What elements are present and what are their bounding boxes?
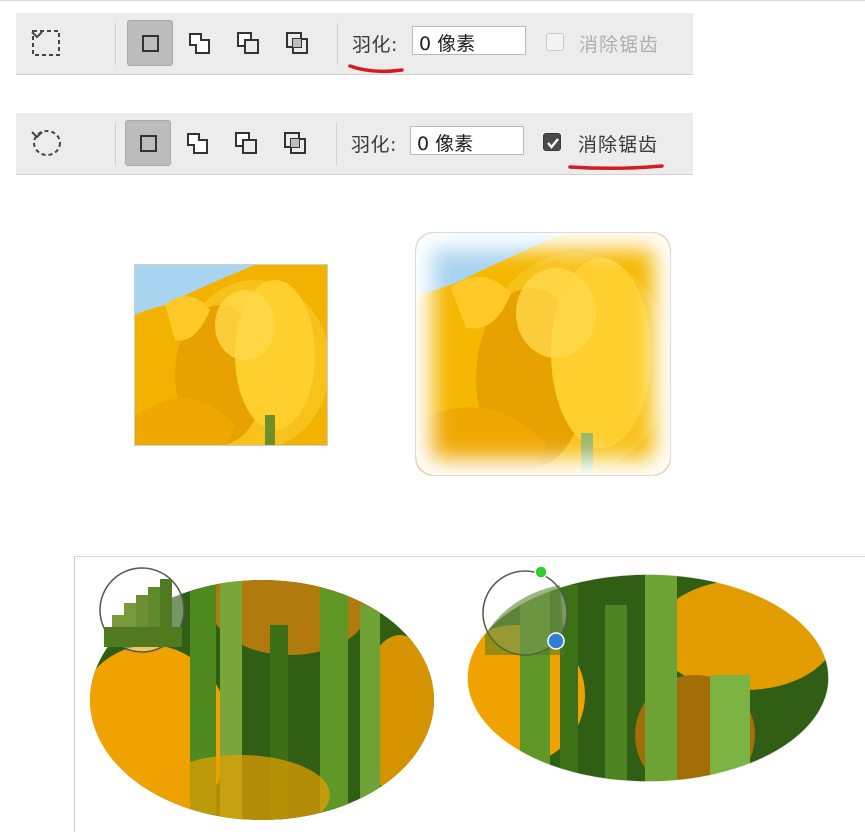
antialias-label: 消除锯齿 (578, 134, 659, 156)
transform-handle-green[interactable] (533, 564, 549, 580)
antialias-label: 消除锯齿 (579, 34, 660, 56)
feather-input[interactable]: 0 像素 (410, 126, 524, 155)
tool-preset-picker[interactable] (30, 27, 96, 59)
subtract-from-selection-button[interactable] (225, 20, 271, 66)
feather-input[interactable]: 0 像素 (412, 26, 526, 55)
antialias-checkbox[interactable] (546, 33, 564, 51)
chevron-down-icon (31, 131, 43, 139)
add-to-selection-icon (189, 33, 210, 54)
checkmark-icon (547, 138, 559, 149)
intersect-selection-icon (286, 32, 308, 54)
intersect-selection-button[interactable] (274, 20, 320, 66)
chevron-down-icon (31, 31, 43, 39)
separator (115, 123, 116, 165)
subtract-from-selection-button[interactable] (223, 120, 269, 166)
add-to-selection-button[interactable] (174, 120, 220, 166)
feather-label: 羽化: (352, 34, 398, 56)
tool-preset-picker[interactable] (30, 127, 96, 159)
intersect-selection-icon (284, 132, 306, 154)
feather-label: 羽化: (351, 134, 397, 156)
transform-handle-blue[interactable] (546, 631, 566, 651)
ellipse-selection-aliased (90, 567, 434, 820)
new-selection-button[interactable] (127, 20, 173, 66)
separator (336, 123, 337, 165)
feather-annotation-underline (348, 64, 404, 74)
tulip-image-no-feather (134, 264, 328, 446)
separator (337, 23, 338, 65)
subtract-from-selection-icon (237, 32, 259, 54)
tulip-image-feathered (415, 232, 671, 476)
add-to-selection-icon (187, 133, 208, 154)
separator (115, 23, 116, 65)
new-selection-button[interactable] (125, 120, 171, 166)
antialias-annotation-underline (568, 164, 664, 171)
subtract-from-selection-icon (235, 132, 257, 154)
new-selection-icon (140, 135, 157, 152)
intersect-selection-button[interactable] (272, 120, 318, 166)
add-to-selection-button[interactable] (176, 20, 222, 66)
top-divider (0, 0, 865, 1)
new-selection-icon (142, 35, 159, 52)
ellipse-selection-antialiased (466, 570, 830, 783)
antialias-checkbox[interactable] (543, 133, 561, 151)
